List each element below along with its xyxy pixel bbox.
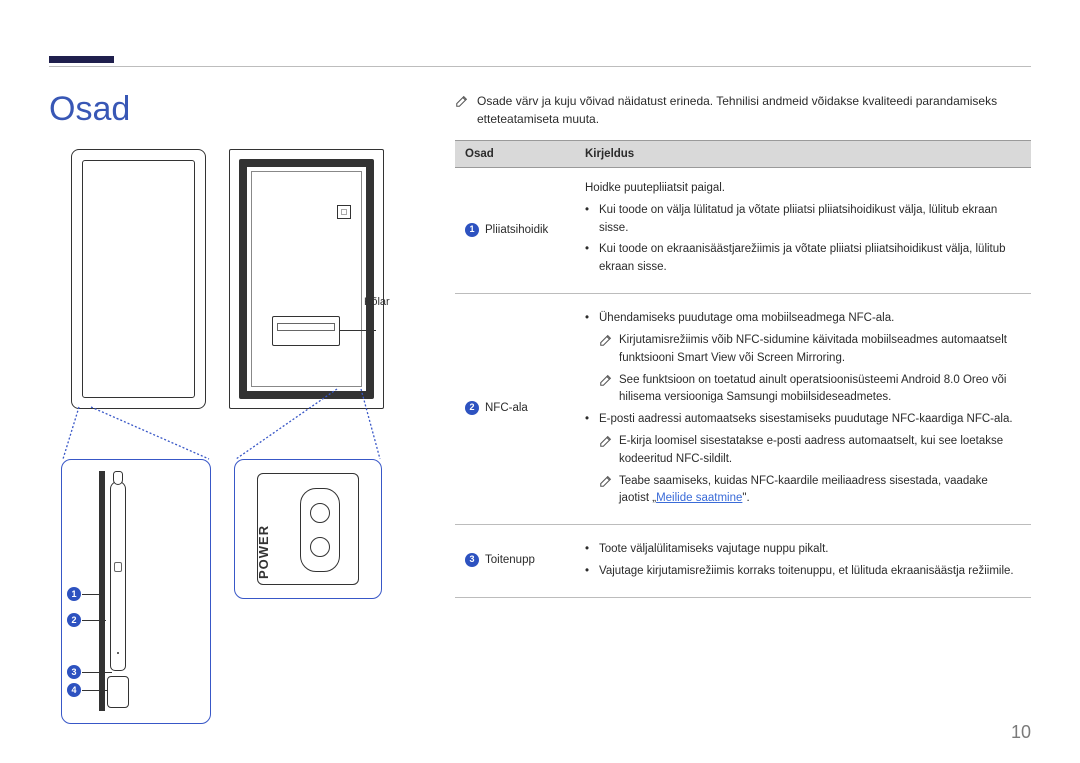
pen-dot [117, 652, 119, 654]
right-column: Osade värv ja kuju võivad näidatust erin… [455, 92, 1031, 598]
badge-1-icon: 1 [67, 587, 81, 601]
badge-4-icon: 4 [67, 683, 81, 697]
pen-nfc-icon [114, 562, 122, 572]
row3-b2: Vajutage kirjutamisrežiimis korraks toit… [585, 563, 1021, 581]
pencil-icon [599, 434, 613, 448]
parts-table: Osad Kirjeldus 1 Pliiatsihoidik Hoidke pu… [455, 140, 1031, 598]
row2-b1: Ühendamiseks puudutage oma mobiilseadmeg… [585, 310, 1021, 328]
top-note-text: Osade värv ja kuju võivad näidatust erin… [477, 92, 1031, 128]
device-back-inner [251, 171, 362, 387]
row2-note2: See funktsioon on toetatud ainult operat… [619, 372, 1021, 408]
header-rule [49, 66, 1031, 67]
row2-badge-icon: 2 [465, 401, 479, 415]
desc-cell-2: Ühendamiseks puudutage oma mobiilseadmeg… [575, 294, 1031, 525]
power-plate [257, 473, 359, 585]
row3-badge-icon: 3 [465, 553, 479, 567]
badge-3-icon: 3 [67, 665, 81, 679]
top-note: Osade värv ja kuju võivad näidatust erin… [455, 92, 1031, 128]
power-label: POWER [256, 525, 271, 579]
page-title: Osad [49, 90, 429, 129]
part-cell-3: 3 Toitenupp [455, 525, 575, 598]
table-row: 1 Pliiatsihoidik Hoidke puutepliiatsit pa… [455, 168, 1031, 294]
pencil-icon [599, 333, 613, 347]
row3-part: Toitenupp [485, 554, 535, 566]
col-part: Osad [455, 141, 575, 168]
row2-note4-post: ". [742, 492, 749, 504]
row1-badge-icon: 1 [465, 223, 479, 237]
row1-part: Pliiatsihoidik [485, 224, 548, 236]
badge-2-icon: 2 [67, 613, 81, 627]
desc-cell-3: Toote väljalülitamiseks vajutage nuppu p… [575, 525, 1031, 598]
row2-b2: E-posti aadressi automaatseks sisestamis… [585, 411, 1021, 429]
pencil-icon [599, 474, 613, 488]
leader-4 [82, 690, 108, 691]
row3-b1: Toote väljalülitamiseks vajutage nuppu p… [585, 541, 1021, 559]
product-diagram: Kõlar 1 2 3 4 POWER [49, 149, 429, 729]
device-back-frame [239, 159, 374, 399]
mail-sending-link[interactable]: Meilide saatmine [656, 492, 742, 504]
part-cell-2: 2 NFC-ala [455, 294, 575, 525]
row1-intro: Hoidke puutepliiatsit paigal. [585, 180, 1021, 198]
speaker-grille [277, 323, 335, 331]
row1-b1: Kui toode on välja lülitatud ja võtate p… [585, 202, 1021, 238]
desc-cell-1: Hoidke puutepliiatsit paigal. Kui toode … [575, 168, 1031, 294]
socket-hole-bottom [310, 537, 330, 557]
power-socket [300, 488, 340, 572]
pen-base [107, 676, 129, 708]
pen-tip [113, 471, 123, 485]
socket-hole-top [310, 503, 330, 523]
speaker-label: Kõlar [364, 296, 390, 308]
row2-note1: Kirjutamisrežiimis võib NFC-sidumine käi… [619, 332, 1021, 368]
leader-1 [82, 594, 102, 595]
pen-body [110, 481, 126, 671]
row2-note3: E-kirja loomisel sisestatakse e-posti aa… [619, 433, 1021, 469]
pencil-icon [599, 373, 613, 387]
pen-rail-edge [99, 471, 105, 711]
row1-b2: Kui toode on ekraanisäästjarežiimis ja v… [585, 241, 1021, 277]
row2-part: NFC-ala [485, 402, 528, 414]
row2-note4: Teabe saamiseks, kuidas NFC-kaardile mei… [619, 473, 1021, 509]
pen-holder-detail [99, 471, 131, 713]
leader-3 [82, 672, 112, 673]
speaker-module [272, 316, 340, 346]
leader-2 [82, 620, 106, 621]
pencil-icon [455, 94, 469, 108]
nfc-mark [337, 205, 351, 219]
table-row: 2 NFC-ala Ühendamiseks puudutage oma mobi… [455, 294, 1031, 525]
header-accent [49, 56, 114, 63]
callout-pen [61, 459, 211, 724]
left-column: Osad Kõlar [49, 90, 429, 729]
nfc-mark-inner [341, 209, 347, 215]
part-cell-1: 1 Pliiatsihoidik [455, 168, 575, 294]
device-front-screen [82, 160, 195, 398]
col-desc: Kirjeldus [575, 141, 1031, 168]
leader-speaker [340, 330, 376, 331]
table-row: 3 Toitenupp Toote väljalülitamiseks vajut… [455, 525, 1031, 598]
page-number: 10 [1011, 722, 1031, 743]
